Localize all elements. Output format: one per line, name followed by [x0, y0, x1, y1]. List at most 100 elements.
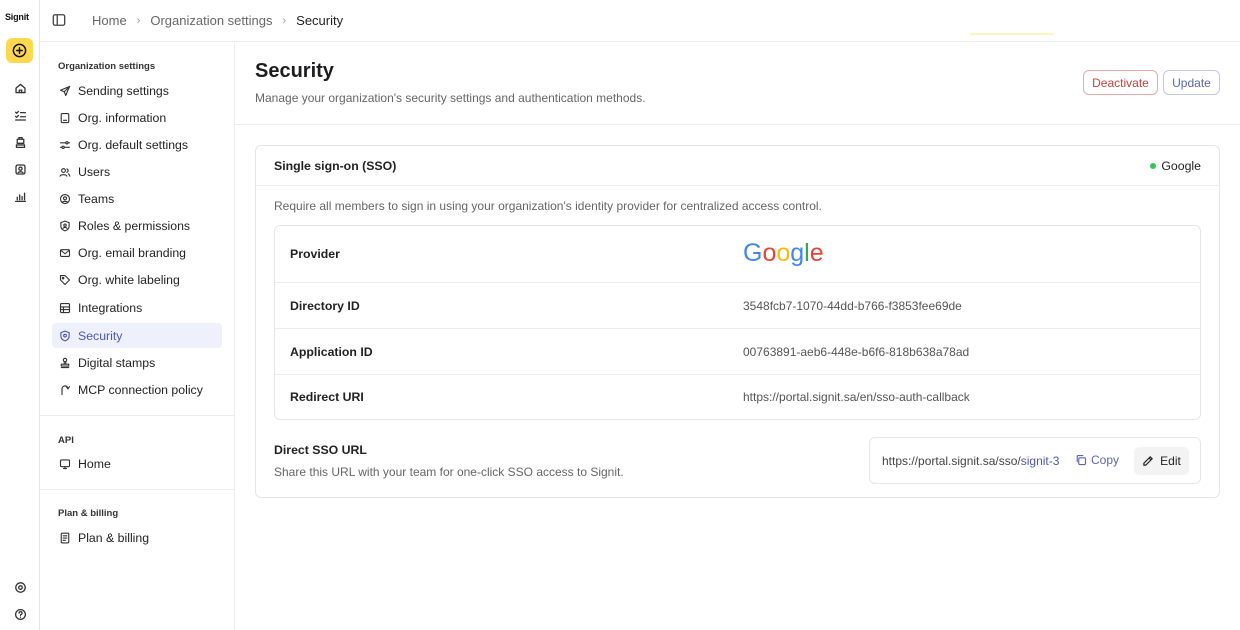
checklist-icon [14, 110, 26, 121]
sidebar-item-api-home[interactable]: Home [52, 451, 222, 476]
deactivate-button[interactable]: Deactivate [1083, 70, 1158, 95]
pencil-icon [1143, 456, 1154, 466]
page-title: Security [255, 60, 334, 82]
svg-text:Google: Google [743, 239, 823, 267]
chevron-right-icon: › [136, 14, 141, 27]
row-redirect-uri: Redirect URI https://portal.signit.sa/en… [275, 375, 1200, 419]
chevron-right-icon: › [282, 14, 287, 27]
status-dot-icon [1150, 163, 1157, 169]
sidebar-item-label: Plan & billing [78, 530, 150, 545]
monitor-icon [58, 457, 72, 471]
sidebar-divider [40, 415, 234, 416]
rail-stamp-button[interactable] [12, 134, 28, 150]
grid-icon [58, 301, 72, 315]
top-bar: Home › Organization settings › Security [40, 0, 1240, 42]
toggles-icon [58, 138, 72, 152]
row-directory-id: Directory ID 3548fcb7-1070-44dd-b766-f38… [275, 283, 1200, 329]
sidebar-item-sending-settings[interactable]: Sending settings [52, 78, 222, 103]
sidebar-divider [40, 489, 234, 490]
sidebar-item-label: Teams [78, 191, 115, 206]
sidebar-item-label: Sending settings [78, 83, 169, 98]
send-icon [58, 84, 72, 98]
sidebar-toggle-icon [52, 14, 66, 26]
directory-id-label: Directory ID [290, 299, 360, 313]
document-icon [58, 111, 72, 125]
page-subtitle: Manage your organization's security sett… [255, 91, 646, 105]
status-label: Google [1161, 159, 1201, 173]
gear-icon [14, 581, 26, 593]
url-base: https://portal.signit.sa/sso/ [882, 454, 1021, 468]
section-heading-org: Organization settings [58, 61, 156, 72]
mail-icon [58, 246, 72, 260]
application-id-value: 00763891-aeb6-448e-b6f6-818b638a78ad [743, 345, 970, 359]
icon-rail: Signit [0, 0, 40, 630]
sidebar-item-label: Users [78, 164, 111, 179]
rail-settings-button[interactable] [12, 579, 28, 595]
receipt-icon [58, 531, 72, 545]
sidebar-item-teams[interactable]: Teams [52, 186, 222, 211]
breadcrumb: Home › Organization settings › Security [92, 13, 343, 28]
shield-user-icon [58, 219, 72, 233]
sso-card-title: Single sign-on (SSO) [274, 159, 397, 173]
rail-tasks-button[interactable] [12, 107, 28, 123]
sidebar-item-label: Integrations [78, 300, 143, 315]
settings-sidebar: Organization settings Sending settings O… [40, 43, 235, 630]
sidebar-item-org-default-settings[interactable]: Org. default settings [52, 132, 222, 157]
copy-label: Copy [1091, 453, 1120, 467]
status-badge: Google [1150, 159, 1201, 173]
sidebar-item-plan-billing[interactable]: Plan & billing [52, 525, 222, 550]
sso-description: Require all members to sign in using you… [274, 199, 822, 213]
sidebar-item-org-email-branding[interactable]: Org. email branding [52, 240, 222, 265]
edit-label: Edit [1160, 454, 1181, 468]
create-new-button[interactable] [6, 38, 33, 63]
shield-icon [58, 329, 72, 343]
page-header: Security Manage your organization's secu… [235, 43, 1240, 125]
google-logo-icon: Google [743, 239, 823, 267]
sidebar-item-roles-permissions[interactable]: Roles & permissions [52, 213, 222, 238]
breadcrumb-home[interactable]: Home [92, 13, 127, 28]
rail-home-button[interactable] [12, 80, 28, 96]
provider-label: Provider [290, 247, 340, 261]
sidebar-item-label: Org. information [78, 110, 167, 125]
app-logo[interactable]: Signit [5, 12, 29, 22]
url-slug: signit-3 [1020, 454, 1060, 468]
redirect-uri-label: Redirect URI [290, 390, 364, 404]
update-button[interactable]: Update [1163, 70, 1220, 95]
rail-reports-button[interactable] [12, 188, 28, 204]
tag-icon [58, 273, 72, 287]
row-provider: Provider Google [275, 226, 1200, 283]
application-id-label: Application ID [290, 345, 373, 359]
help-icon [14, 608, 26, 620]
rail-help-button[interactable] [12, 606, 28, 622]
sidebar-item-org-information[interactable]: Org. information [52, 105, 222, 130]
sidebar-item-label: MCP connection policy [78, 382, 203, 397]
breadcrumb-org-settings[interactable]: Organization settings [150, 13, 272, 28]
main-content: Security Manage your organization's secu… [235, 43, 1240, 630]
section-heading-billing: Plan & billing [58, 508, 119, 519]
sidebar-item-label: Security [78, 328, 123, 343]
top-accent-line [970, 33, 1054, 35]
sidebar-item-label: Roles & permissions [78, 218, 191, 233]
sidebar-item-digital-stamps[interactable]: Digital stamps [52, 350, 222, 375]
stamp-icon [15, 136, 25, 148]
team-icon [58, 192, 72, 206]
contact-card-icon [14, 163, 26, 175]
copy-button[interactable]: Copy [1075, 453, 1119, 467]
sidebar-item-org-white-labeling[interactable]: Org. white labeling [52, 267, 222, 292]
sidebar-item-integrations[interactable]: Integrations [52, 295, 222, 320]
copy-icon [1076, 454, 1087, 466]
sso-card-header: Single sign-on (SSO) Google [256, 146, 1219, 186]
redirect-uri-value: https://portal.signit.sa/en/sso-auth-cal… [743, 390, 970, 404]
direct-sso-subtitle: Share this URL with your team for one-cl… [274, 465, 624, 479]
breadcrumb-current: Security [296, 13, 344, 28]
app-root: Signit Home › Organization settings › Se… [0, 0, 1240, 630]
sidebar-item-label: Org. white labeling [78, 272, 180, 287]
sidebar-item-mcp-connection-policy[interactable]: MCP connection policy [52, 377, 222, 402]
direct-sso-url-box: https://portal.signit.sa/sso/signit-3 Co… [869, 437, 1201, 484]
edit-button[interactable]: Edit [1134, 447, 1189, 475]
sidebar-item-users[interactable]: Users [52, 159, 222, 184]
rail-contacts-button[interactable] [12, 161, 28, 177]
sidebar-toggle-button[interactable] [52, 13, 68, 29]
sidebar-item-label: Org. default settings [78, 137, 189, 152]
sidebar-item-security[interactable]: Security [52, 323, 222, 348]
